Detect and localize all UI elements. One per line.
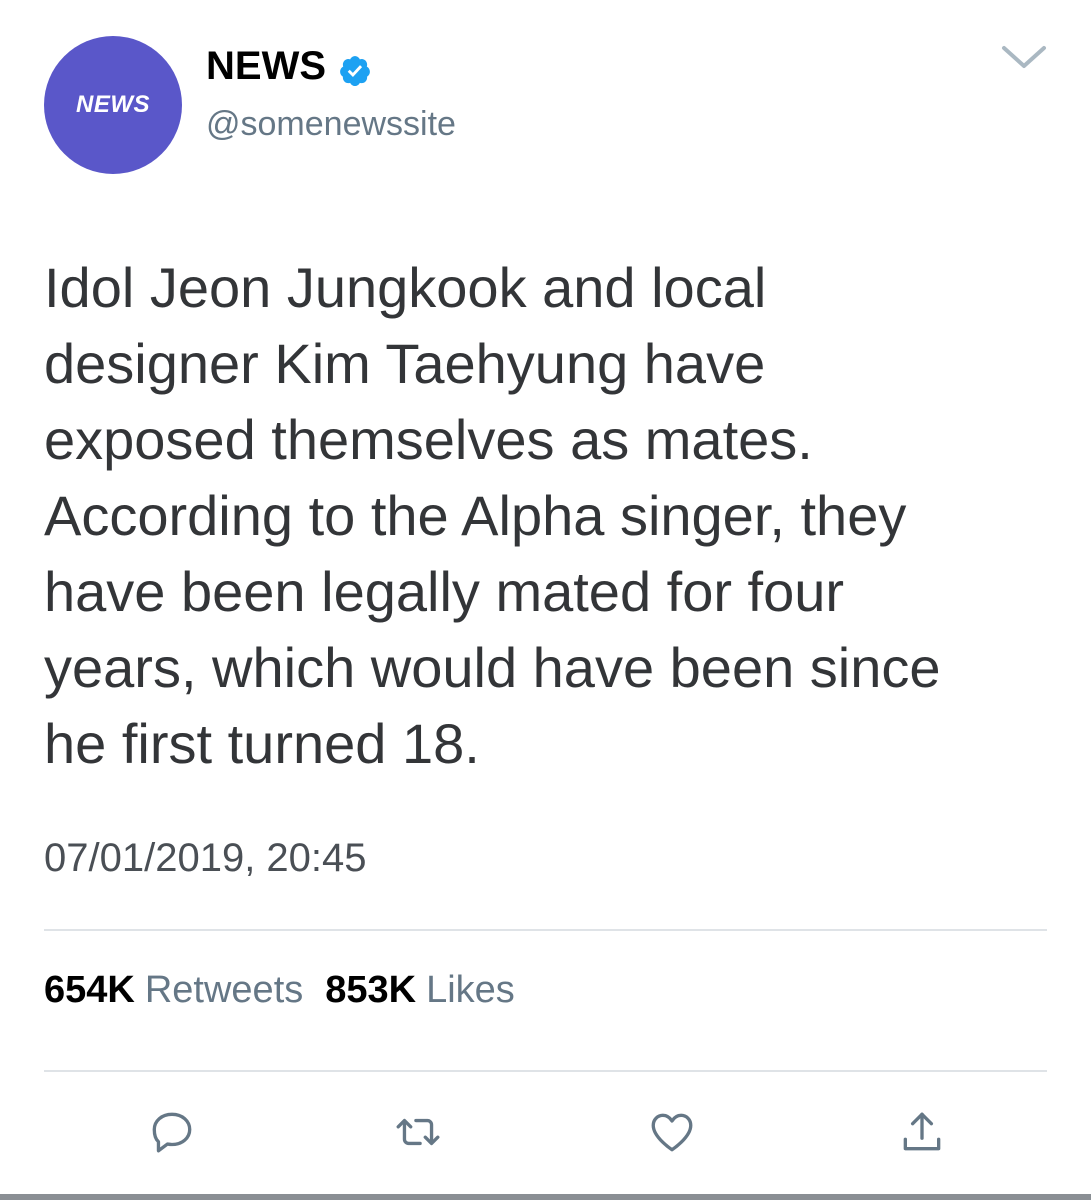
- avatar-text: NEWS: [76, 91, 150, 118]
- verified-badge-icon: [338, 49, 372, 87]
- retweet-button[interactable]: [390, 1104, 446, 1160]
- tweet-timestamp[interactable]: 07/01/2019, 20:45: [44, 832, 367, 884]
- share-button[interactable]: [894, 1104, 950, 1160]
- like-button[interactable]: [644, 1104, 700, 1160]
- retweets-label[interactable]: Retweets: [145, 964, 303, 1016]
- bottom-edge: [0, 1194, 1091, 1200]
- likes-count[interactable]: 853K: [325, 964, 416, 1016]
- reply-button[interactable]: [144, 1104, 200, 1160]
- avatar[interactable]: NEWS: [44, 36, 182, 174]
- user-handle[interactable]: @somenewssite: [206, 100, 456, 148]
- divider: [44, 1070, 1047, 1072]
- chevron-down-icon[interactable]: [1000, 42, 1048, 72]
- display-name-row[interactable]: NEWS: [206, 40, 372, 92]
- divider: [44, 929, 1047, 931]
- share-icon: [903, 1112, 941, 1151]
- likes-label[interactable]: Likes: [426, 964, 515, 1016]
- retweet-icon: [396, 1118, 440, 1146]
- tweet-text: Idol Jeon Jungkook and local designer Ki…: [44, 256, 941, 775]
- heart-icon: [651, 1113, 693, 1152]
- retweets-count[interactable]: 654K: [44, 964, 135, 1016]
- tweet-stats: 654K Retweets 853K Likes: [44, 964, 537, 1016]
- reply-icon: [152, 1112, 192, 1153]
- tweet-card: NEWS NEWS @somenewssite Idol Jeon Jungko…: [0, 0, 1091, 1200]
- display-name[interactable]: NEWS: [206, 40, 326, 92]
